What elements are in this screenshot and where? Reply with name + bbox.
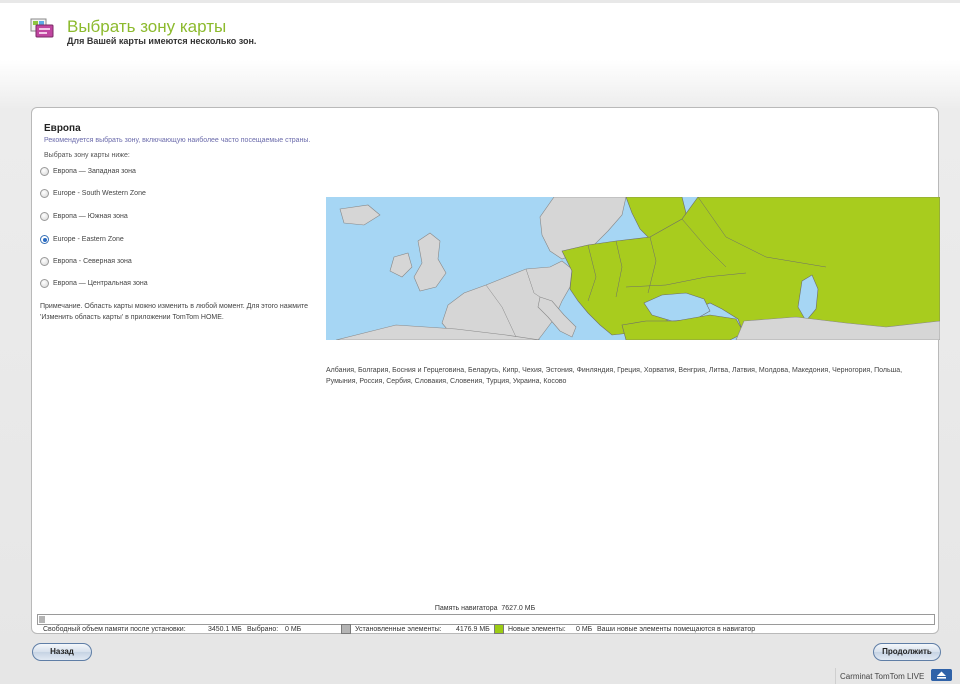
memory-total-value: 7627.0 МБ: [501, 605, 536, 612]
new-label: Новые элементы:: [508, 626, 566, 633]
new-swatch: [494, 624, 504, 634]
zone-option-south-western[interactable]: Europe - South Western Zone: [40, 189, 146, 198]
zone-label: Европа - Северная зона: [53, 258, 132, 265]
map-zone-icon: [30, 18, 54, 38]
selected-label: Выбрано:: [247, 626, 279, 633]
zone-label: Европа — Западная зона: [53, 168, 136, 175]
zone-option-central[interactable]: Европа — Центральная зона: [40, 279, 148, 288]
memory-legend: Свободный объем памяти после установки: …: [31, 624, 939, 636]
free-memory-value: 3450.1 МБ: [208, 626, 242, 633]
zone-label: Европа — Центральная зона: [53, 280, 148, 287]
zone-option-western[interactable]: Европа — Западная зона: [40, 167, 136, 176]
zone-change-note: Примечание. Область карты можно изменить…: [40, 303, 309, 321]
choose-zone-label: Выбрать зону карты ниже:: [44, 152, 130, 159]
new-value: 0 МБ: [576, 626, 593, 633]
memory-total-label: Память навигатора 7627.0 МБ: [32, 605, 938, 612]
zone-option-eastern[interactable]: Europe - Eastern Zone: [40, 235, 124, 244]
radio-button[interactable]: [40, 167, 49, 176]
zone-label: Europe - Eastern Zone: [53, 236, 124, 243]
page-subtitle: Для Вашей карты имеются несколько зон.: [67, 36, 257, 46]
zone-label: Europe - South Western Zone: [53, 190, 146, 197]
footer-separator: [835, 668, 836, 684]
zone-label: Европа — Южная зона: [53, 213, 128, 220]
selected-value: 0 МБ: [285, 626, 302, 633]
top-border: [0, 0, 960, 3]
new-note: Ваши новые элементы помещаются в навигат…: [597, 626, 756, 633]
eject-icon[interactable]: [931, 669, 952, 681]
page-title: Выбрать зону карты: [67, 17, 227, 36]
installed-swatch: [341, 624, 351, 634]
zone-countries-list: Албания, Болгария, Босния и Герцеговина,…: [326, 367, 903, 385]
continue-button[interactable]: Продолжить: [873, 643, 941, 661]
radio-button[interactable]: [40, 212, 49, 221]
radio-button[interactable]: [40, 189, 49, 198]
free-memory-label: Свободный объем памяти после установки:: [43, 626, 186, 633]
memory-installed-fill: [39, 616, 45, 623]
radio-button[interactable]: [40, 257, 49, 266]
back-button[interactable]: Назад: [32, 643, 92, 661]
memory-label: Память навигатора: [434, 605, 498, 612]
zone-option-northern[interactable]: Европа - Северная зона: [40, 257, 132, 266]
device-name: Carminat TomTom LIVE: [840, 672, 925, 681]
recommendation-text: Рекомендуется выбрать зону, включающую н…: [44, 137, 311, 144]
radio-button-selected[interactable]: [40, 235, 49, 244]
installed-label: Установленные элементы:: [355, 626, 442, 633]
zone-map: [326, 197, 940, 340]
installed-value: 4176.9 МБ: [456, 626, 490, 633]
zone-selection-panel: Европа Рекомендуется выбрать зону, включ…: [31, 107, 940, 634]
zone-option-southern[interactable]: Европа — Южная зона: [40, 212, 128, 221]
radio-button[interactable]: [40, 279, 49, 288]
region-title: Европа: [44, 123, 81, 134]
